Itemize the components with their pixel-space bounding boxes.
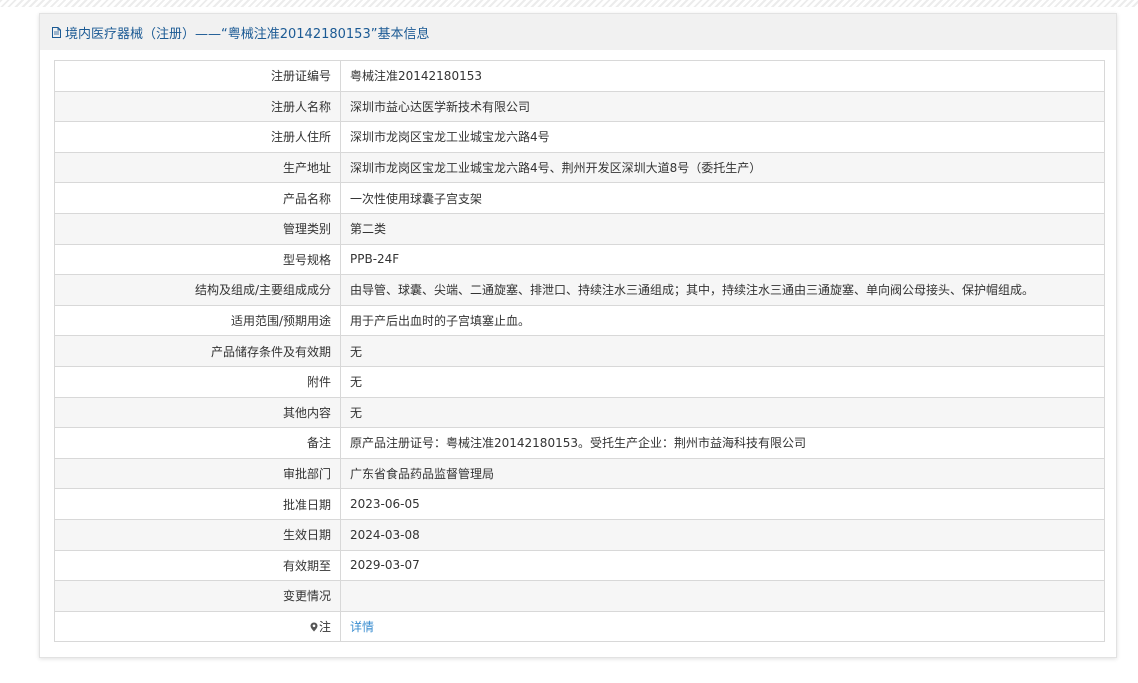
table-row: 生效日期 2024-03-08 xyxy=(54,518,1105,551)
field-label: 备注 xyxy=(54,427,341,459)
field-label: 结构及组成/主要组成成分 xyxy=(54,274,341,306)
field-value xyxy=(340,580,1105,612)
table-row: 结构及组成/主要组成成分 由导管、球囊、尖端、二通旋塞、排泄口、持续注水三通组成；… xyxy=(54,274,1105,306)
field-label: 管理类别 xyxy=(54,212,341,245)
table-row: 附件无 xyxy=(54,365,1105,398)
field-label: 注册人住所 xyxy=(54,121,341,153)
field-value: 粤械注准20142180153 xyxy=(340,60,1105,92)
field-value: 用于产后出血时的子宫填塞止血。 xyxy=(340,304,1105,337)
field-value: 无 xyxy=(340,365,1105,398)
field-value: 原产品注册证号：粤械注准20142180153。受托生产企业：荆州市益海科技有限… xyxy=(340,427,1105,459)
field-value: 第二类 xyxy=(340,212,1105,245)
table-row-note: 注 详情 xyxy=(54,610,1105,643)
details-link[interactable]: 详情 xyxy=(350,620,374,634)
field-value: 由导管、球囊、尖端、二通旋塞、排泄口、持续注水三通组成；其中，持续注水三通由三通… xyxy=(340,274,1105,306)
table-row: 有效期至 2029-03-07 xyxy=(54,549,1105,582)
table-row: 备注 原产品注册证号：粤械注准20142180153。受托生产企业：荆州市益海科技… xyxy=(54,427,1105,459)
field-label: 变更情况 xyxy=(54,580,341,612)
table-row: 管理类别 第二类 xyxy=(54,212,1105,245)
field-label: 产品储存条件及有效期 xyxy=(54,335,341,367)
field-label: 批准日期 xyxy=(54,488,341,520)
panel-header: 境内医疗器械（注册）——“粤械注准20142180153”基本信息 xyxy=(40,14,1116,50)
table-row: 型号规格 PPB-24F xyxy=(54,243,1105,276)
field-label: 附件 xyxy=(54,365,341,398)
info-panel: 境内医疗器械（注册）——“粤械注准20142180153”基本信息 注册证编号粤… xyxy=(39,13,1117,658)
field-label: 其他内容 xyxy=(54,396,341,429)
document-icon xyxy=(52,26,61,38)
table-row: 其他内容无 xyxy=(54,396,1105,429)
table-row: 变更情况 xyxy=(54,580,1105,612)
field-value: 2024-03-08 xyxy=(340,518,1105,551)
field-value: 一次性使用球囊子宫支架 xyxy=(340,182,1105,214)
field-value: PPB-24F xyxy=(340,243,1105,276)
field-label: 审批部门 xyxy=(54,457,341,490)
note-label-cell: 注 xyxy=(54,610,341,643)
field-label: 注册人名称 xyxy=(54,90,341,123)
field-value: 2029-03-07 xyxy=(340,549,1105,582)
table-row: 批准日期 2023-06-05 xyxy=(54,488,1105,520)
top-decorative-stripe xyxy=(0,0,1138,7)
note-label: 注 xyxy=(318,619,331,634)
field-label: 生产地址 xyxy=(54,151,341,184)
field-value: 深圳市益心达医学新技术有限公司 xyxy=(340,90,1105,123)
note-value-cell: 详情 xyxy=(340,610,1105,643)
map-pin-icon xyxy=(310,621,318,632)
field-label: 产品名称 xyxy=(54,182,341,214)
field-value: 深圳市龙岗区宝龙工业城宝龙六路4号、荆州开发区深圳大道8号（委托生产） xyxy=(340,151,1105,184)
table-row: 产品储存条件及有效期无 xyxy=(54,335,1105,367)
detail-table: 注册证编号 粤械注准20142180153 注册人名称 深圳市益心达医学新技术有限公司… xyxy=(54,60,1105,643)
field-value: 无 xyxy=(340,396,1105,429)
table-row: 生产地址 深圳市龙岗区宝龙工业城宝龙六路4号、荆州开发区深圳大道8号（委托生产） xyxy=(54,151,1105,184)
field-label: 有效期至 xyxy=(54,549,341,582)
field-value: 2023-06-05 xyxy=(340,488,1105,520)
table-row: 注册人住所 深圳市龙岗区宝龙工业城宝龙六路4号 xyxy=(54,121,1105,153)
field-label: 适用范围/预期用途 xyxy=(54,304,341,337)
field-value: 广东省食品药品监督管理局 xyxy=(340,457,1105,490)
field-label: 注册证编号 xyxy=(54,60,341,92)
field-label: 型号规格 xyxy=(54,243,341,276)
table-row: 产品名称 一次性使用球囊子宫支架 xyxy=(54,182,1105,214)
table-row: 注册证编号 粤械注准20142180153 xyxy=(54,60,1105,92)
field-value: 无 xyxy=(340,335,1105,367)
table-row: 审批部门 广东省食品药品监督管理局 xyxy=(54,457,1105,490)
panel-title: 境内医疗器械（注册）——“粤械注准20142180153”基本信息 xyxy=(65,26,430,42)
table-row: 注册人名称 深圳市益心达医学新技术有限公司 xyxy=(54,90,1105,123)
field-label: 生效日期 xyxy=(54,518,341,551)
table-row: 适用范围/预期用途 用于产后出血时的子宫填塞止血。 xyxy=(54,304,1105,337)
field-value: 深圳市龙岗区宝龙工业城宝龙六路4号 xyxy=(340,121,1105,153)
